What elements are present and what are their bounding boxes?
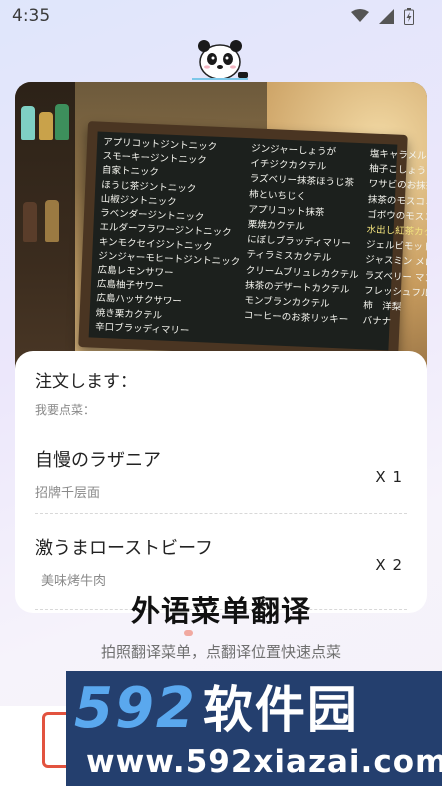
watermark-logo: 592 软件园 xyxy=(74,671,359,748)
order-item[interactable]: 自慢のラザニア 招牌千层面 X 1 xyxy=(35,418,407,514)
dish-name: 自慢のラザニア xyxy=(35,450,161,471)
bottle xyxy=(21,106,35,140)
dish-translation: 招牌千层面 xyxy=(35,486,101,501)
bottle xyxy=(39,112,53,140)
chalkboard-menu: アプリコットジントニック スモーキージントニック 自家トニック ほうじ茶ジントニ… xyxy=(88,131,427,351)
bottle xyxy=(45,200,59,242)
site-watermark: 592 软件园 www.592xiazai.com xyxy=(66,671,442,786)
watermark-url: www.592xiazai.com xyxy=(86,744,442,780)
menu-column-right: 塩キャラメルカクテル 柚子こしょうハイボール ワサビのお抹茶カクテル 抹茶のモス… xyxy=(362,147,427,350)
order-subtitle: 我要点菜： xyxy=(35,403,96,417)
order-card: 注文します： 我要点菜： 自慢のラザニア 招牌千层面 X 1 激うまローストビー… xyxy=(15,351,427,613)
wifi-icon xyxy=(351,9,369,22)
status-time: 4:35 xyxy=(12,6,51,26)
dish-name: 激うまローストビーフ xyxy=(35,538,214,559)
menu-photo: アプリコットジントニック スモーキージントニック 自家トニック ほうじ茶ジントニ… xyxy=(15,82,427,382)
watermark-digits: 592 xyxy=(74,676,197,741)
menu-column-middle: ジンジャーしょうが イチジクカクテル ラズベリー抹茶ほうじ茶 柿といちじく アプ… xyxy=(243,142,364,345)
bar-shelf xyxy=(15,82,75,382)
status-bar: 4:35 xyxy=(0,0,442,32)
watermark-brand: 软件园 xyxy=(202,681,359,739)
page-indicator xyxy=(184,630,193,636)
menu-column-left: アプリコットジントニック スモーキージントニック 自家トニック ほうじ茶ジントニ… xyxy=(95,136,246,340)
bottle xyxy=(55,104,69,140)
feature-title: 外语菜单翻译 xyxy=(130,594,311,628)
panda-icon xyxy=(192,40,248,80)
feature-description: 拍照翻译菜单，点翻译位置快速点菜 xyxy=(100,643,341,661)
chalkboard-frame: アプリコットジントニック スモーキージントニック 自家トニック ほうじ茶ジントニ… xyxy=(78,121,427,361)
order-title: 注文します： xyxy=(35,372,137,392)
system-icons xyxy=(351,7,414,25)
signal-icon xyxy=(379,8,394,24)
menu-line: バナナ xyxy=(362,315,392,328)
bottle xyxy=(23,202,37,242)
dish-translation: 美味烤牛肉 xyxy=(41,574,107,589)
dish-quantity: X 2 xyxy=(375,556,403,574)
dish-quantity: X 1 xyxy=(375,468,403,486)
battery-icon xyxy=(404,7,414,25)
